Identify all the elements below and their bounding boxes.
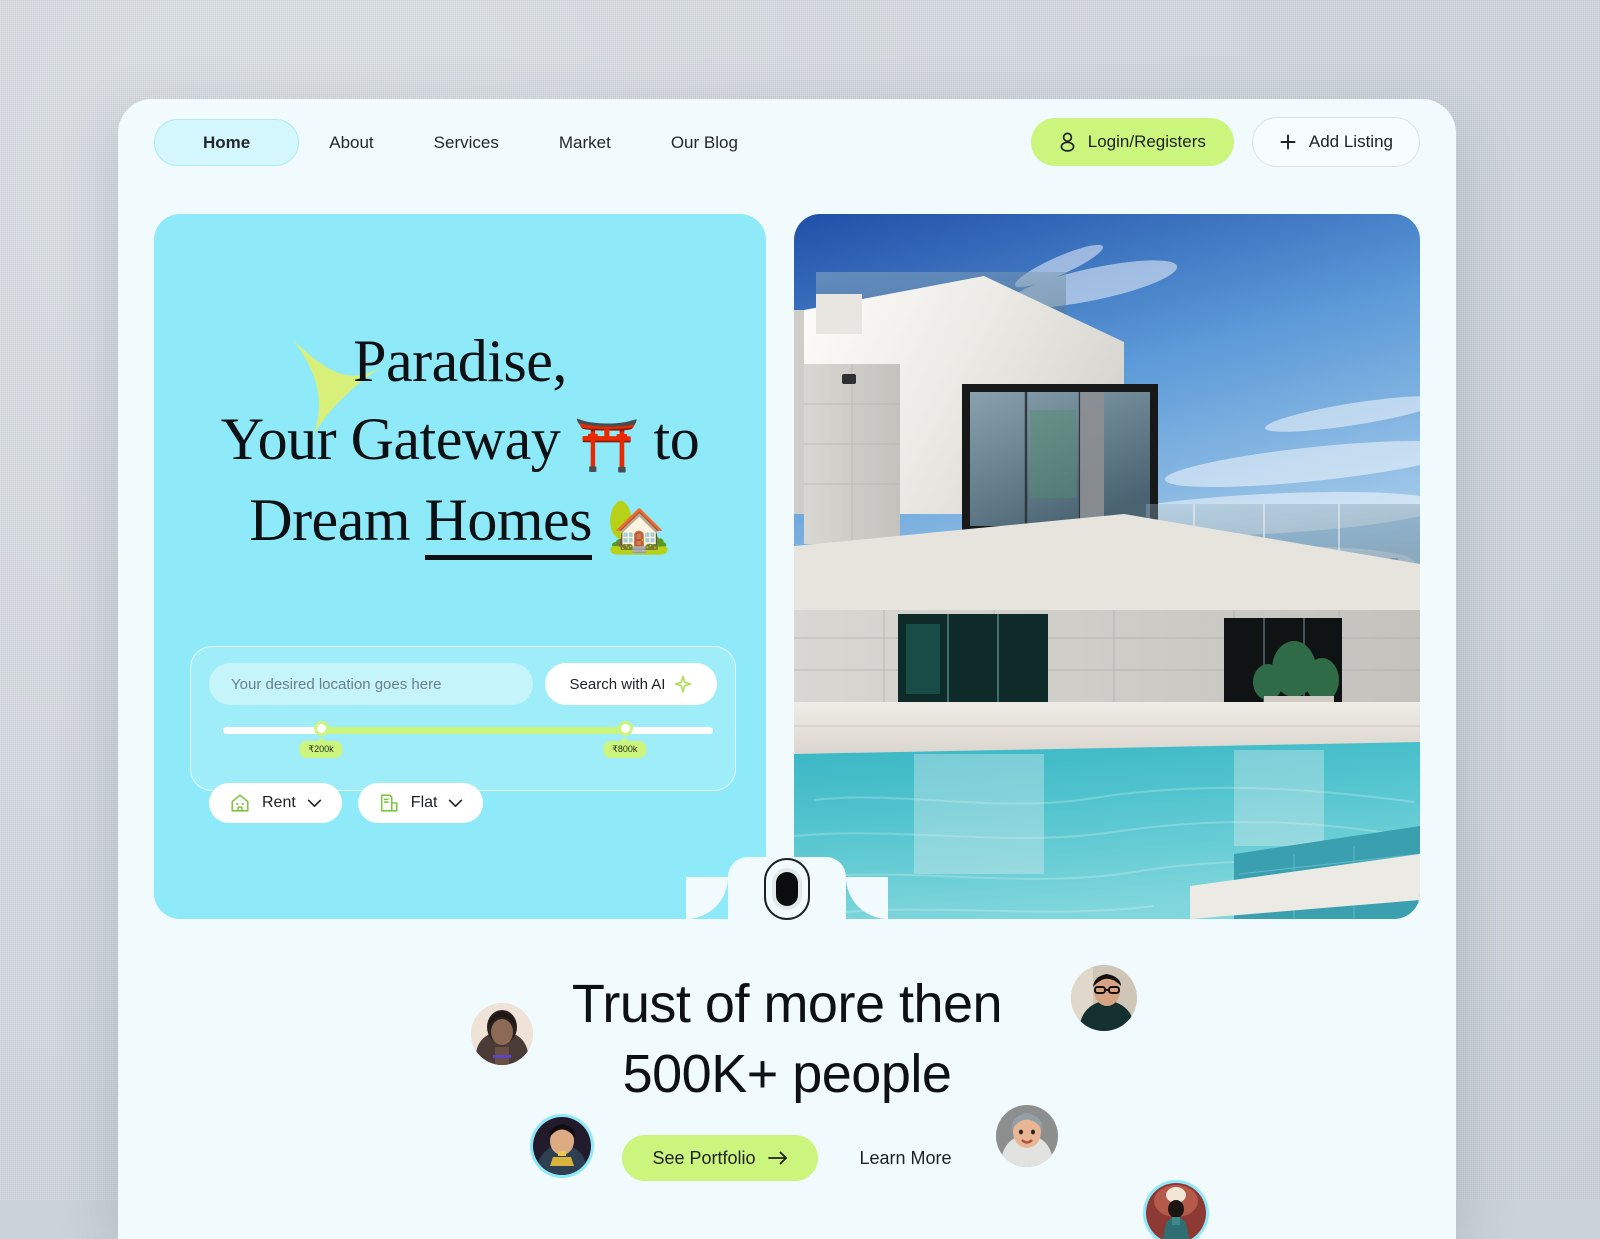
headline-line-2-text-b: to (653, 406, 700, 472)
chevron-down-icon (307, 799, 321, 807)
avatar[interactable] (533, 1117, 591, 1175)
slider-handle-min[interactable] (314, 721, 329, 736)
nav-item-home[interactable]: Home (154, 118, 300, 166)
torii-gate-icon: ⛩️ (574, 416, 640, 476)
price-max-badge: ₹800k (603, 737, 647, 758)
headline-line-2-text-a: Your Gateway (220, 406, 561, 472)
hero-headline: Paradise, Your Gateway ⛩️ to Dream Homes… (154, 322, 766, 561)
house-icon (229, 792, 251, 814)
navbar: Home About Services Market Our Blog Logi… (118, 99, 1456, 185)
avatar-image (1071, 965, 1137, 1031)
headline-line-2: Your Gateway ⛩️ to (154, 400, 766, 481)
arrow-right-icon (767, 1151, 788, 1165)
hero-left-panel: Paradise, Your Gateway ⛩️ to Dream Homes… (154, 214, 766, 919)
avatar[interactable] (996, 1105, 1058, 1167)
trust-title-line-2: 500K+ people (622, 1044, 952, 1105)
login-registers-button[interactable]: Login/Registers (1030, 118, 1234, 166)
nav-item-market[interactable]: Market (529, 134, 641, 151)
avatar-image (471, 1003, 533, 1065)
house-with-garden-icon: 🏡 (606, 496, 671, 557)
search-filter-card: Search with AI ₹200k ₹800k (190, 646, 736, 823)
trust-section: Trust of more then 500K+ people See Port… (118, 947, 1456, 1239)
hero-section: Paradise, Your Gateway ⛩️ to Dream Homes… (154, 214, 1420, 921)
nav-item-about[interactable]: About (299, 134, 403, 151)
headline-line-3-text: Dream (249, 486, 410, 553)
rent-type-dropdown[interactable]: Rent (209, 783, 342, 823)
headline-line-1-text: Paradise, (353, 328, 567, 394)
avatar[interactable] (1146, 1183, 1206, 1239)
filter-dropdown-row: Rent Flat (209, 783, 717, 823)
camera-lens (776, 872, 798, 906)
chevron-down-icon (449, 799, 463, 807)
building-icon (378, 792, 400, 814)
property-type-label: Flat (410, 794, 438, 811)
nav-links: Home About Services Market Our Blog (154, 118, 768, 166)
see-portfolio-label: See Portfolio (652, 1147, 756, 1168)
avatar[interactable] (471, 1003, 533, 1065)
nav-item-our-blog[interactable]: Our Blog (641, 134, 768, 151)
add-listing-label: Add Listing (1308, 132, 1393, 151)
plus-icon (1279, 133, 1297, 151)
villa-pool-photo (794, 214, 1420, 919)
app-window-card: Home About Services Market Our Blog Logi… (118, 99, 1456, 1239)
navbar-actions: Login/Registers Add Listing (1030, 117, 1420, 167)
headline-line-3: Dream Homes 🏡 (154, 481, 766, 562)
see-portfolio-button[interactable]: See Portfolio (622, 1135, 818, 1182)
camera-notch (728, 857, 846, 921)
trust-cta-row: See Portfolio Learn More (118, 1135, 1456, 1182)
headline-emphasis-homes: Homes (424, 486, 592, 560)
price-range-slider[interactable]: ₹200k ₹800k (223, 721, 713, 761)
location-search-input[interactable] (209, 663, 533, 705)
sparkle-icon (674, 675, 692, 693)
camera-icon (764, 858, 810, 920)
avatar-image (533, 1117, 591, 1175)
login-registers-label: Login/Registers (1087, 132, 1206, 151)
trust-title: Trust of more then 500K+ people (118, 947, 1456, 1109)
slider-fill (321, 727, 625, 734)
headline-line-1: Paradise, (154, 322, 766, 400)
add-listing-button[interactable]: Add Listing (1251, 117, 1420, 167)
avatar[interactable] (1071, 965, 1137, 1031)
price-min-badge: ₹200k (299, 737, 343, 758)
avatar-image (1146, 1183, 1206, 1239)
property-type-dropdown[interactable]: Flat (357, 783, 484, 823)
learn-more-link[interactable]: Learn More (860, 1148, 952, 1169)
hero-property-image (794, 214, 1420, 919)
trust-title-line-1: Trust of more then (571, 974, 1003, 1034)
search-with-ai-button[interactable]: Search with AI (545, 663, 717, 705)
search-with-ai-label: Search with AI (569, 675, 666, 693)
rent-type-label: Rent (262, 794, 296, 811)
user-icon (1059, 132, 1076, 152)
search-row: Search with AI (209, 663, 717, 705)
nav-item-services[interactable]: Services (404, 134, 529, 151)
slider-handle-max[interactable] (617, 721, 633, 736)
avatar-image (996, 1105, 1058, 1167)
